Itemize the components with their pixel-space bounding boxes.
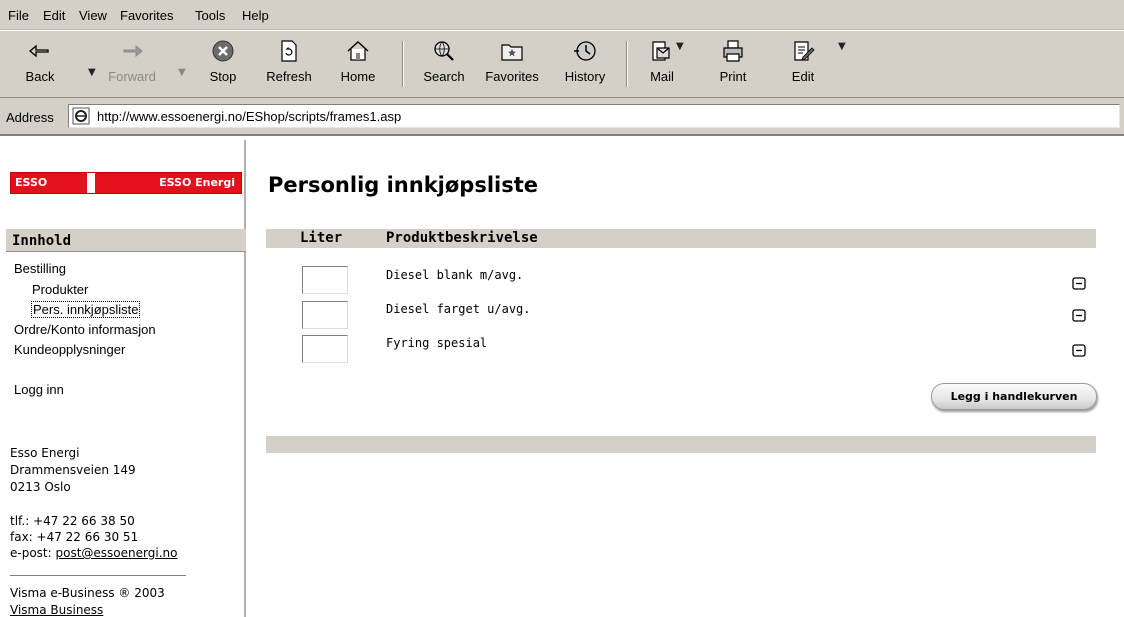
refresh-icon [281, 40, 297, 62]
mail-icon [652, 41, 670, 61]
address-url[interactable]: http://www.essoenergi.no/EShop/scripts/f… [97, 109, 401, 124]
visma-business-link[interactable]: Visma Business [10, 603, 103, 617]
logo-divider [87, 173, 95, 193]
stop-button[interactable]: Stop [203, 35, 243, 95]
forward-label: Forward [108, 69, 156, 84]
column-header-liter: Liter [300, 230, 343, 246]
liter-input-diesel-blank[interactable] [302, 266, 348, 294]
favorites-label: Favorites [485, 69, 539, 84]
menu-help[interactable]: Help [242, 8, 269, 23]
login-link[interactable]: Logg inn [14, 382, 64, 397]
address-bar: Address http://www.essoenergi.no/EShop/s… [0, 98, 1124, 136]
logo-esso-text: ESSO [15, 176, 48, 189]
home-icon [347, 41, 369, 61]
home-label: Home [340, 69, 376, 84]
edit-button[interactable]: Edit [788, 35, 818, 95]
back-dropdown-icon[interactable]: ▼ [88, 67, 96, 78]
sidebar-link-ordre-konto[interactable]: Ordre/Konto informasjon [14, 322, 156, 337]
toolbar-separator [626, 41, 628, 87]
print-button[interactable]: Print [715, 35, 751, 95]
print-label: Print [719, 69, 747, 84]
menu-bar: File Edit View Favorites Tools Help [0, 0, 1124, 30]
edit-page-icon [794, 41, 815, 61]
email-link[interactable]: post@essoenergi.no [56, 546, 178, 560]
sidebar-divider [10, 575, 186, 576]
stop-icon [212, 40, 234, 62]
company-email-row: e-post: post@essoenergi.no [10, 546, 177, 560]
company-city: 0213 Oslo [10, 480, 71, 494]
menu-tools[interactable]: Tools [195, 8, 225, 23]
address-label: Address [6, 110, 54, 125]
toolbar-separator [402, 41, 404, 87]
page-title: Personlig innkjøpsliste [268, 173, 539, 197]
company-fax: fax: +47 22 66 30 51 [10, 530, 139, 544]
product-name-diesel-farget: Diesel farget u/avg. [386, 302, 531, 316]
favorites-button[interactable]: Favorites [480, 35, 544, 95]
printer-icon [723, 40, 743, 62]
add-to-cart-button[interactable]: Legg i handlekurven [931, 383, 1097, 410]
product-name-fyring-spesial: Fyring spesial [386, 336, 488, 350]
refresh-button[interactable]: Refresh [264, 35, 314, 95]
copyright-text: Visma e-Business ® 2003 [10, 586, 165, 600]
search-button[interactable]: Search [418, 35, 470, 95]
history-button[interactable]: History [560, 35, 610, 95]
refresh-label: Refresh [266, 69, 312, 84]
liter-input-fyring-spesial[interactable] [302, 335, 348, 363]
forward-arrow-icon [123, 44, 143, 58]
search-globe-icon [434, 41, 454, 61]
sidebar-link-pers-innkjopsliste[interactable]: Pers. innkjøpsliste [31, 301, 141, 318]
email-label: e-post: [10, 546, 52, 560]
sidebar-link-kundeopplysninger[interactable]: Kundeopplysninger [14, 342, 125, 357]
remove-item-icon[interactable] [1072, 277, 1086, 290]
product-name-diesel-blank: Diesel blank m/avg. [386, 268, 524, 282]
menu-favorites[interactable]: Favorites [120, 8, 173, 23]
address-input[interactable]: http://www.essoenergi.no/EShop/scripts/f… [68, 104, 1120, 128]
browser-toolbar: Back ▼ Forward ▼ Stop Refresh Home Searc… [0, 30, 1124, 98]
sidebar-link-produkter[interactable]: Produkter [32, 282, 88, 297]
forward-button[interactable]: Forward [104, 35, 160, 95]
mail-label: Mail [650, 69, 674, 84]
logo-esso-energi-text: ESSO Energi [159, 176, 235, 189]
company-street: Drammensveien 149 [10, 463, 136, 477]
remove-item-icon[interactable] [1072, 309, 1086, 322]
sidebar-link-pers-innkjopsliste-label: Pers. innkjøpsliste [31, 301, 141, 318]
menu-file[interactable]: File [8, 8, 29, 23]
back-button[interactable]: Back [18, 35, 62, 95]
home-button[interactable]: Home [338, 35, 378, 95]
table-footer-bar [266, 436, 1096, 453]
history-clock-icon [574, 41, 596, 61]
company-phone: tlf.: +47 22 66 38 50 [10, 514, 135, 528]
stop-label: Stop [209, 69, 237, 84]
remove-item-icon[interactable] [1072, 344, 1086, 357]
back-arrow-icon [28, 44, 49, 58]
forward-dropdown-icon[interactable]: ▼ [178, 67, 186, 78]
liter-input-diesel-farget[interactable] [302, 301, 348, 329]
history-label: History [564, 69, 606, 84]
column-header-produktbeskrivelse: Produktbeskrivelse [386, 230, 538, 246]
sidebar-link-bestilling[interactable]: Bestilling [14, 261, 66, 276]
edit-label: Edit [791, 69, 815, 84]
mail-dropdown-icon[interactable]: ▼ [676, 41, 684, 52]
sidebar-heading: Innhold [6, 229, 246, 252]
sidebar-heading-text: Innhold [12, 233, 72, 249]
back-label: Back [25, 69, 55, 84]
ie-page-icon [72, 107, 90, 125]
menu-view[interactable]: View [79, 8, 107, 23]
menu-edit[interactable]: Edit [43, 8, 65, 23]
edit-dropdown-icon[interactable]: ▼ [838, 41, 846, 52]
esso-logo: ESSO ESSO Energi [10, 172, 242, 194]
left-frame: ESSO ESSO Energi Innhold Bestilling Prod… [0, 140, 246, 617]
search-label: Search [423, 69, 465, 84]
favorites-folder-icon [501, 44, 523, 61]
company-name: Esso Energi [10, 446, 80, 460]
